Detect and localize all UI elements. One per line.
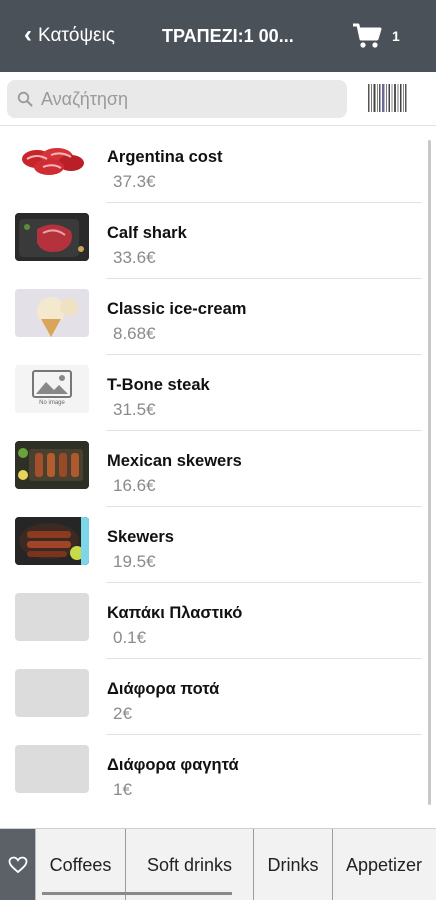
back-button[interactable]: ‹ Κατόψεις: [24, 0, 115, 72]
list-item[interactable]: Διάφορα ποτά 2€: [0, 659, 430, 735]
cart-icon: [353, 23, 382, 48]
scrollbar[interactable]: [428, 140, 431, 805]
heart-icon: [8, 856, 27, 874]
image-placeholder: [15, 745, 89, 793]
product-image: [15, 213, 89, 261]
product-image: [15, 137, 89, 185]
image-placeholder: [15, 593, 89, 641]
product-name: Mexican skewers: [107, 452, 242, 470]
product-name: Διάφορα φαγητά: [107, 756, 239, 774]
product-name: Καπάκι Πλαστικό: [107, 604, 243, 622]
product-price: 33.6€: [113, 248, 156, 267]
product-name: Διάφορα ποτά: [107, 680, 220, 698]
product-name: Skewers: [107, 528, 174, 546]
tab-drinks[interactable]: Drinks: [254, 829, 333, 900]
image-placeholder: [15, 669, 89, 717]
top-bar: ‹ Κατόψεις ΤΡΑΠΕΖΙ:1 00... 1: [0, 0, 436, 72]
product-image: [15, 517, 89, 565]
search-icon: [17, 91, 33, 107]
barcode-icon[interactable]: [366, 82, 408, 114]
no-image-label: No image: [39, 400, 65, 406]
product-image: [15, 289, 89, 337]
product-price: 31.5€: [113, 400, 156, 419]
product-price: 2€: [113, 704, 132, 723]
list-item[interactable]: No image T-Bone steak 31.5€: [0, 355, 430, 431]
product-name: Argentina cost: [107, 148, 223, 166]
tab-soft-drinks[interactable]: Soft drinks: [126, 829, 254, 900]
page-title: ΤΡΑΠΕΖΙ:1 00...: [162, 25, 294, 46]
list-item[interactable]: Skewers 19.5€: [0, 507, 430, 583]
category-tabs: Coffees Soft drinks Drinks Appetizer: [0, 828, 436, 900]
search-box[interactable]: [7, 80, 347, 118]
product-list[interactable]: Argentina cost 37.3€ Calf shark 33.6€ Cl…: [0, 127, 436, 813]
cart-count: 1: [392, 28, 400, 44]
list-item[interactable]: Καπάκι Πλαστικό 0.1€: [0, 583, 430, 659]
product-name: Classic ice-cream: [107, 300, 247, 318]
list-item[interactable]: Argentina cost 37.3€: [0, 127, 430, 203]
product-price: 37.3€: [113, 172, 156, 191]
product-price: 16.6€: [113, 476, 156, 495]
product-name: Calf shark: [107, 224, 187, 242]
search-input[interactable]: [41, 88, 331, 110]
product-price: 19.5€: [113, 552, 156, 571]
product-price: 8.68€: [113, 324, 156, 343]
list-item[interactable]: Classic ice-cream 8.68€: [0, 279, 430, 355]
product-price: 1€: [113, 780, 132, 799]
product-image: [15, 441, 89, 489]
back-label: Κατόψεις: [38, 25, 115, 46]
list-item[interactable]: Calf shark 33.6€: [0, 203, 430, 279]
tab-coffees[interactable]: Coffees: [36, 829, 126, 900]
cart-button[interactable]: 1: [352, 0, 400, 72]
tabs-scroll-indicator: [42, 892, 232, 895]
chevron-left-icon: ‹: [24, 21, 32, 48]
no-image-placeholder: No image: [15, 365, 89, 413]
product-name: T-Bone steak: [107, 376, 210, 394]
list-item[interactable]: Διάφορα φαγητά 1€: [0, 735, 430, 811]
product-price: 0.1€: [113, 628, 147, 647]
tab-favorites[interactable]: [0, 829, 36, 900]
list-item[interactable]: Mexican skewers 16.6€: [0, 431, 430, 507]
tab-appetizer[interactable]: Appetizer: [333, 829, 436, 900]
